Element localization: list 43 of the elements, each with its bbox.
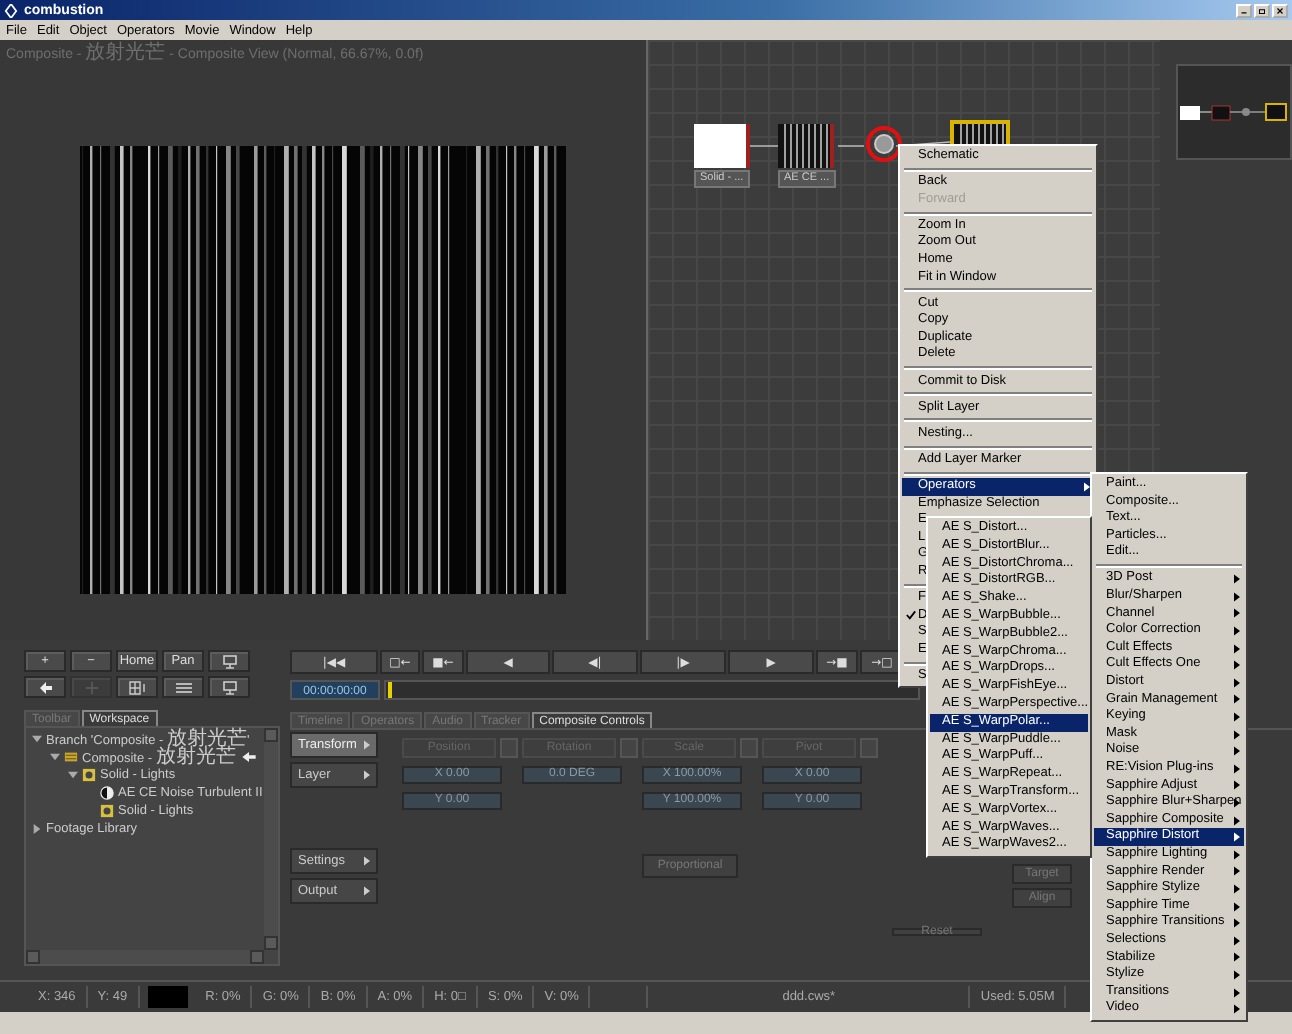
view-button[interactable] (162, 676, 204, 698)
node-thumbnail[interactable] (778, 124, 834, 168)
tree-toggle-icon[interactable] (68, 770, 78, 780)
view-button[interactable] (24, 676, 66, 698)
plus-icon (81, 679, 101, 695)
playhead-handle[interactable] (388, 682, 392, 698)
color-swatch (147, 986, 188, 1008)
link-toggle[interactable] (740, 738, 758, 758)
monitor-icon (219, 679, 239, 695)
list-icon (173, 679, 193, 695)
caret-icon (364, 770, 370, 780)
restore-icon (1256, 5, 1268, 15)
restore-button[interactable] (1254, 3, 1270, 17)
schematic-minimap-drawing (1176, 64, 1292, 160)
caret-icon (364, 740, 370, 750)
vertical-scrollbar[interactable] (264, 728, 278, 950)
close-icon (1274, 5, 1286, 15)
horizontal-scrollbar[interactable] (26, 950, 264, 964)
link-toggle[interactable] (860, 738, 878, 758)
link-toggle[interactable] (620, 738, 638, 758)
solid-layer-icon (82, 768, 96, 782)
checkmark-icon (906, 610, 916, 621)
view-button[interactable] (116, 676, 158, 698)
tree-toggle-icon[interactable] (50, 752, 60, 762)
monitor-icon (219, 653, 239, 669)
close-button[interactable] (1272, 3, 1288, 17)
node-thumbnail[interactable] (694, 124, 750, 168)
solid-layer-icon (100, 804, 114, 818)
effect-icon (100, 786, 114, 800)
tree-toggle-icon[interactable] (32, 734, 42, 744)
timeline-track[interactable] (384, 680, 920, 700)
app-logo-icon (4, 3, 18, 17)
caret-icon (364, 856, 370, 866)
grid-icon (127, 679, 147, 695)
link-toggle[interactable] (500, 738, 518, 758)
composite-icon (64, 750, 78, 764)
arrow-left-icon (35, 679, 55, 695)
current-arrow-icon (241, 752, 256, 762)
caret-icon (364, 886, 370, 896)
view-button[interactable] (208, 650, 250, 672)
view-button[interactable] (208, 676, 250, 698)
tree-toggle-icon[interactable] (32, 824, 42, 834)
minimize-button[interactable] (1236, 3, 1252, 17)
